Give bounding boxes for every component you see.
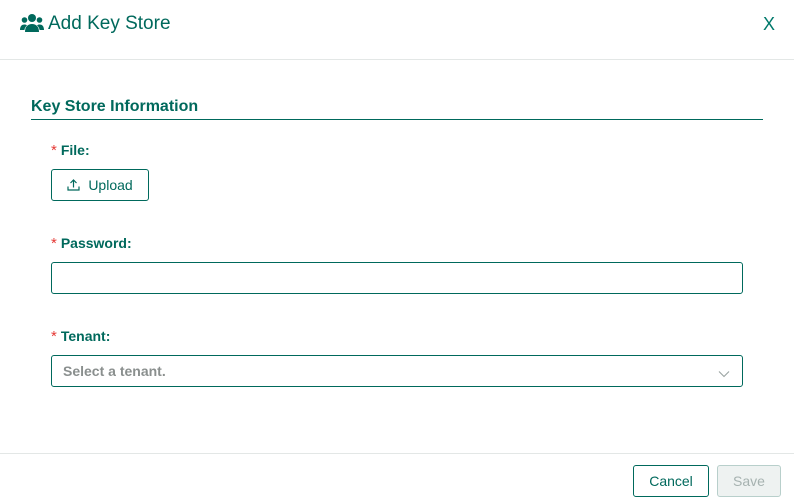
tenant-label-text: Tenant: (60, 328, 111, 344)
save-button[interactable]: Save (717, 465, 781, 497)
required-mark: * (51, 328, 57, 345)
file-label: * File: (51, 141, 90, 160)
section-divider (31, 119, 763, 120)
section-title: Key Store Information (31, 98, 199, 115)
required-mark: * (51, 235, 57, 252)
upload-button-label: Upload (88, 177, 133, 193)
password-input[interactable] (51, 262, 743, 294)
upload-icon (67, 179, 80, 191)
dialog-title: Add Key Store (48, 13, 171, 34)
password-label: * Password: (51, 234, 132, 253)
cancel-button[interactable]: Cancel (633, 465, 709, 497)
dialog-footer: Cancel Save (0, 453, 794, 503)
add-key-store-dialog: Add Key Store X Key Store Information * F… (0, 0, 794, 503)
required-mark: * (51, 142, 57, 159)
file-label-text: File: (60, 142, 90, 158)
users-icon (20, 13, 44, 33)
tenant-label: * Tenant: (51, 327, 110, 346)
dialog-header: Add Key Store X (0, 0, 794, 60)
tenant-select-placeholder: Select a tenant. (63, 363, 166, 379)
upload-button[interactable]: Upload (51, 169, 149, 201)
close-button[interactable]: X (760, 14, 778, 34)
chevron-down-icon (718, 366, 730, 378)
tenant-select[interactable]: Select a tenant. (51, 355, 743, 387)
password-label-text: Password: (60, 235, 132, 251)
